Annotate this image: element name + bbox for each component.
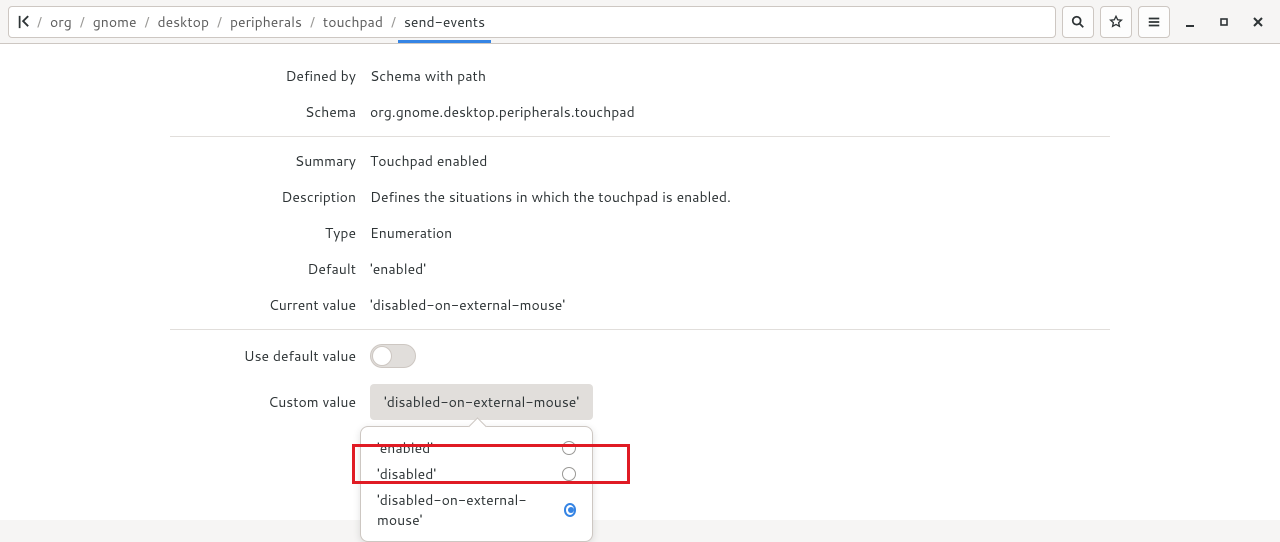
value-type: Enumeration bbox=[370, 223, 1110, 243]
value-summary: Touchpad enabled bbox=[370, 151, 1110, 171]
breadcrumb-sep: / bbox=[144, 12, 149, 32]
label-summary: Summary bbox=[170, 151, 370, 171]
breadcrumb-item[interactable]: touchpad bbox=[321, 12, 385, 32]
row-defined-by: Defined by Schema with path bbox=[170, 58, 1110, 94]
breadcrumb-sep: / bbox=[217, 12, 222, 32]
custom-value-popover: 'enabled' 'disabled' 'disabled-on-extern… bbox=[360, 426, 593, 542]
row-current-value: Current value 'disabled-on-external-mous… bbox=[170, 287, 1110, 323]
breadcrumb-item-active[interactable]: send-events bbox=[402, 12, 487, 32]
divider bbox=[170, 329, 1110, 330]
breadcrumb-sep: / bbox=[391, 12, 396, 32]
value-description: Defines the situations in which the touc… bbox=[370, 187, 1110, 207]
label-default: Default bbox=[170, 259, 370, 279]
divider bbox=[170, 136, 1110, 137]
content-area: Defined by Schema with path Schema org.g… bbox=[0, 44, 1280, 520]
breadcrumb-sep: / bbox=[37, 12, 42, 32]
toggle-knob bbox=[372, 346, 392, 366]
label-type: Type bbox=[170, 223, 370, 243]
breadcrumb-item[interactable]: org bbox=[48, 12, 74, 32]
close-icon bbox=[1252, 16, 1264, 28]
breadcrumb-item[interactable]: gnome bbox=[91, 12, 139, 32]
search-icon bbox=[1071, 15, 1085, 29]
bookmark-button[interactable] bbox=[1100, 6, 1132, 38]
row-custom-value: Custom value 'disabled-on-external-mouse… bbox=[170, 376, 1110, 428]
enum-option-label: 'enabled' bbox=[377, 438, 433, 458]
window-minimize-button[interactable] bbox=[1176, 8, 1204, 36]
breadcrumb-sep: / bbox=[310, 12, 315, 32]
breadcrumb-sep: / bbox=[80, 12, 85, 32]
use-default-toggle[interactable] bbox=[370, 344, 416, 368]
window-close-button[interactable] bbox=[1244, 8, 1272, 36]
label-description: Description bbox=[170, 187, 370, 207]
value-schema: org.gnome.desktop.peripherals.touchpad bbox=[370, 102, 1110, 122]
label-use-default: Use default value bbox=[170, 346, 370, 366]
row-summary: Summary Touchpad enabled bbox=[170, 143, 1110, 179]
custom-value-chip[interactable]: 'disabled-on-external-mouse' bbox=[370, 384, 593, 420]
search-button[interactable] bbox=[1062, 6, 1094, 38]
row-default: Default 'enabled' bbox=[170, 251, 1110, 287]
menu-button[interactable] bbox=[1138, 6, 1170, 38]
radio-checked-icon bbox=[564, 503, 577, 517]
label-schema: Schema bbox=[170, 102, 370, 122]
label-current-value: Current value bbox=[170, 295, 370, 315]
window-maximize-button[interactable] bbox=[1210, 8, 1238, 36]
row-use-default: Use default value bbox=[170, 336, 1110, 376]
breadcrumb-item[interactable]: desktop bbox=[155, 12, 211, 32]
enum-option-selected[interactable]: 'disabled-on-external-mouse' bbox=[367, 487, 586, 533]
minimize-icon bbox=[1184, 16, 1196, 28]
enum-option[interactable]: 'enabled' bbox=[367, 435, 586, 461]
dconf-root-icon[interactable] bbox=[17, 15, 31, 29]
row-schema: Schema org.gnome.desktop.peripherals.tou… bbox=[170, 94, 1110, 130]
label-custom-value: Custom value bbox=[170, 384, 370, 412]
star-icon bbox=[1109, 15, 1123, 29]
enum-option-label: 'disabled' bbox=[377, 464, 436, 484]
enum-option[interactable]: 'disabled' bbox=[367, 461, 586, 487]
row-description: Description Defines the situations in wh… bbox=[170, 179, 1110, 215]
path-bar[interactable]: / org / gnome / desktop / peripherals / … bbox=[8, 6, 1056, 38]
hamburger-icon bbox=[1147, 15, 1161, 29]
value-current-value: 'disabled-on-external-mouse' bbox=[370, 295, 1110, 315]
breadcrumb-item[interactable]: peripherals bbox=[228, 12, 304, 32]
row-type: Type Enumeration bbox=[170, 215, 1110, 251]
value-defined-by: Schema with path bbox=[370, 66, 1110, 86]
value-default: 'enabled' bbox=[370, 259, 1110, 279]
radio-icon bbox=[562, 441, 576, 455]
label-defined-by: Defined by bbox=[170, 66, 370, 86]
header-bar: / org / gnome / desktop / peripherals / … bbox=[0, 0, 1280, 44]
enum-option-label: 'disabled-on-external-mouse' bbox=[377, 490, 544, 530]
radio-icon bbox=[562, 467, 576, 481]
maximize-icon bbox=[1218, 16, 1230, 28]
